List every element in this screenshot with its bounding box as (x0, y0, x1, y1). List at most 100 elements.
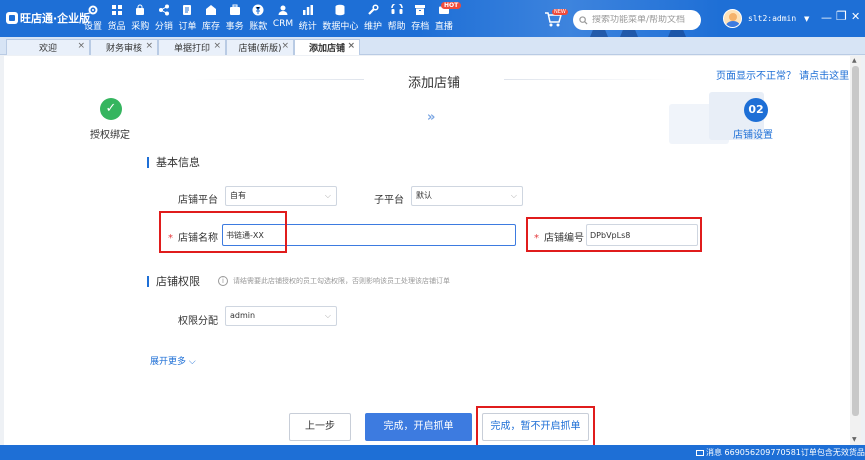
step-1-label: 授权绑定 (90, 130, 130, 141)
menu-item-purchase[interactable]: 采购 (131, 4, 149, 32)
platform-value: 自有 (230, 191, 246, 200)
menu-item-label: 采购 (131, 22, 150, 32)
menu-item-label: 分销 (154, 22, 173, 32)
scroll-down-icon[interactable]: ▼ (852, 436, 857, 443)
status-message[interactable]: 消息 669056209770581订单包含无效货品 (696, 447, 865, 458)
help-link[interactable]: 页面显示不正常？ 请点击这里 (716, 67, 849, 82)
section-title-permission: 店铺权限 (147, 276, 200, 287)
tab-add-shop[interactable]: 添加店铺 × (294, 39, 360, 55)
user-icon (278, 5, 288, 15)
tab-document-print[interactable]: 单据打印 × (158, 39, 226, 55)
permission-assign-select[interactable]: admin ⌵ (225, 306, 337, 326)
brand-label: 旺店通·企业版 (20, 12, 91, 25)
close-icon[interactable]: × (281, 41, 289, 51)
menu-item-label: 订单 (178, 22, 197, 32)
menu-item-settings[interactable]: 设置 (84, 4, 102, 32)
menu-item-label: 直播 (434, 22, 453, 32)
document-icon (183, 5, 192, 15)
chevron-down-icon: ⌵ (510, 191, 517, 200)
app-brand: 旺店通·企业版 (6, 10, 90, 26)
step-done-icon: ✓ (100, 98, 122, 120)
permission-assign-label: 权限分配 (178, 316, 218, 327)
close-icon[interactable]: ✕ (851, 10, 860, 23)
yuan-icon (252, 4, 264, 16)
step-2-number: 02 (744, 98, 768, 122)
highlight-box-finish (476, 406, 595, 447)
menu-item-stats[interactable]: 统计 (299, 4, 317, 32)
prev-step-button[interactable]: 上一步 (289, 413, 351, 441)
new-badge: NEW (552, 9, 568, 15)
tab-label: 单据打印 (173, 44, 210, 54)
mail-icon (696, 450, 704, 456)
menu-item-label: 数据中心 (322, 22, 359, 32)
subplatform-value: 默认 (416, 191, 432, 200)
tab-label: 店铺(新版) (238, 44, 282, 54)
menu-item-help[interactable]: 帮助 (388, 4, 406, 32)
help-icon (390, 4, 403, 14)
scroll-up-icon[interactable]: ▲ (852, 57, 857, 64)
chevron-down-icon: ⌵ (188, 357, 196, 367)
close-icon[interactable]: × (347, 41, 355, 51)
close-icon[interactable]: × (213, 41, 221, 51)
menu-item-label: 库存 (202, 22, 221, 32)
expand-more-label: 展开更多 (150, 357, 187, 367)
title-divider (194, 79, 364, 80)
warehouse-icon (206, 5, 217, 15)
tab-label: 欢迎 (38, 44, 57, 54)
menu-item-label: 维护 (364, 22, 383, 32)
chevron-down-icon: ⌵ (324, 191, 331, 200)
menu-item-affairs[interactable]: 事务 (226, 4, 244, 32)
tab-finance-audit[interactable]: 财务审核 × (90, 39, 158, 55)
platform-select[interactable]: 自有 ⌵ (225, 186, 337, 206)
step-2-label: 店铺设置 (733, 130, 773, 141)
menu-item-data-center[interactable]: 数据中心 (322, 4, 358, 32)
chevron-down-icon: ⌵ (324, 311, 331, 320)
highlight-box-shop-code (526, 217, 702, 252)
gear-icon (88, 5, 98, 15)
main-panel: 添加店铺 页面显示不正常？ 请点击这里 ✓ 授权绑定 » 02 店铺设置 基本信… (4, 56, 850, 447)
menu-item-inventory[interactable]: 库存 (202, 4, 220, 32)
share-icon (158, 4, 169, 16)
info-icon: i (218, 276, 228, 286)
minimize-icon[interactable]: — (821, 11, 832, 24)
menu-item-accounts[interactable]: 账款 (249, 4, 267, 32)
bar-chart-icon (302, 5, 313, 15)
menu-item-distribution[interactable]: 分销 (155, 4, 173, 32)
section-title-basic: 基本信息 (147, 157, 200, 168)
close-icon[interactable]: × (145, 41, 153, 51)
permission-hint: 请结需要此店铺授权的员工勾选权限，否则影响该员工处理该店铺订单 (233, 277, 450, 285)
highlight-box-shop-name (159, 211, 287, 253)
tab-shop-new[interactable]: 店铺(新版) × (226, 39, 294, 55)
double-chevron-right-icon: » (427, 110, 436, 125)
menu-item-goods[interactable]: 货品 (108, 4, 126, 32)
tab-welcome[interactable]: 欢迎 × (6, 39, 90, 55)
close-icon[interactable]: × (77, 41, 85, 51)
menu-item-label: 事务 (225, 22, 244, 32)
menu-item-maintenance[interactable]: 维护 (364, 4, 382, 32)
menu-item-label: 统计 (298, 22, 317, 32)
scrollbar[interactable]: ▲ ▼ (850, 56, 861, 445)
username[interactable]: slt2:admin (748, 14, 796, 23)
search-input[interactable] (592, 15, 700, 25)
page-title: 添加店铺 (407, 76, 460, 91)
restore-icon[interactable]: ❐ (836, 9, 847, 23)
chevron-down-icon[interactable]: ▼ (804, 15, 809, 23)
menu-item-label: 存档 (411, 22, 430, 32)
finish-start-button[interactable]: 完成，开启抓单 (365, 413, 472, 441)
menu-item-archive[interactable]: 存档 (411, 4, 429, 32)
top-bar: 旺店通·企业版 设置 货品 采购 分销 订单 库存 事务 账款 CRM 统计 数… (0, 0, 865, 37)
menu-item-label: 账款 (249, 22, 268, 32)
avatar[interactable] (723, 9, 742, 28)
scrollbar-thumb[interactable] (852, 66, 859, 416)
menu-item-orders[interactable]: 订单 (178, 4, 196, 32)
grid-icon (111, 5, 122, 15)
briefcase-icon (229, 4, 240, 15)
expand-more-link[interactable]: 展开更多 ⌵ (150, 354, 196, 367)
menu-item-crm[interactable]: CRM (273, 4, 293, 32)
menu-item-label: 货品 (107, 22, 126, 32)
permission-assign-value: admin (230, 311, 256, 320)
search-icon[interactable] (579, 15, 588, 25)
status-message-text: 消息 669056209770581订单包含无效货品 (706, 448, 865, 457)
subplatform-select[interactable]: 默认 ⌵ (411, 186, 523, 206)
shopping-bag-icon (136, 4, 145, 15)
